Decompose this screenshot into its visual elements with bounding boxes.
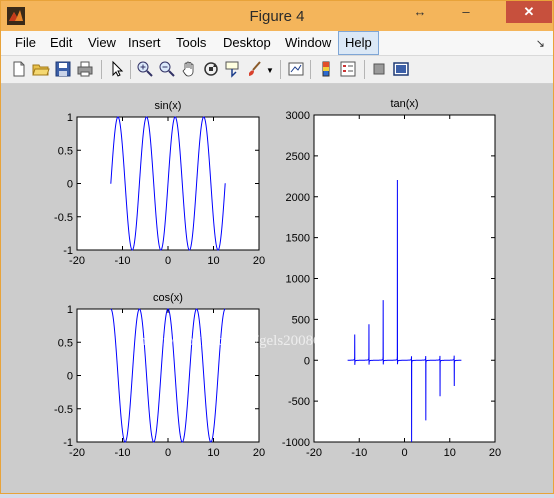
axes-box [76, 308, 260, 443]
y-tick-label: 1000 [286, 274, 310, 286]
rotate-3d-icon[interactable] [202, 60, 220, 78]
y-tick-label: -500 [288, 396, 310, 408]
toolbar-separator [101, 60, 102, 79]
menu-insert[interactable]: Insert [128, 35, 161, 50]
y-tick-label: 1 [67, 304, 73, 316]
zoom-out-icon[interactable] [158, 60, 176, 78]
x-tick-label: 0 [165, 447, 171, 459]
menu-file[interactable]: File [15, 35, 36, 50]
toolbar-separator [130, 60, 131, 79]
axes-title: sin(x) [155, 100, 182, 112]
new-figure-icon[interactable] [10, 60, 28, 78]
brush-icon[interactable] [246, 60, 264, 78]
axes-title: tan(x) [390, 98, 418, 110]
x-tick-label: 10 [444, 447, 456, 459]
x-tick-label: 0 [401, 447, 407, 459]
menu-tools[interactable]: Tools [176, 35, 206, 50]
axes-box [313, 114, 496, 443]
y-tick-label: 2500 [286, 151, 310, 163]
axes-cosx: cos(x)-20 -10 0 10 2010.50-0.5-1 [54, 292, 265, 459]
y-tick-label: 1500 [286, 233, 310, 245]
open-file-icon[interactable] [32, 60, 50, 78]
y-tick-label: 500 [292, 314, 310, 326]
hide-plot-tools-icon[interactable] [370, 60, 388, 78]
toolbar-separator [310, 60, 311, 79]
x-tick-label: 0 [165, 255, 171, 267]
y-tick-label: 0.5 [58, 145, 73, 157]
x-tick-label: -10 [115, 255, 131, 267]
figure-canvas[interactable]: sin(x) -20 -10 0 10 20 1 0.5 0 -0.5 -1 cos(x) -20 -10… [1, 84, 553, 493]
y-tick-label: -0.5 [54, 212, 73, 224]
y-tick-label: 0 [67, 179, 73, 191]
menu-edit[interactable]: Edit [50, 35, 72, 50]
y-tick-label: 2000 [286, 192, 310, 204]
show-plot-tools-icon[interactable] [392, 60, 410, 78]
menu-desktop[interactable]: Desktop [223, 35, 271, 50]
figure-toolbar: ▼ [1, 56, 553, 84]
y-tick-label: 1 [67, 112, 73, 124]
axes-title: cos(x) [153, 292, 183, 304]
toolbar-separator [280, 60, 281, 79]
y-tick-label: 3000 [286, 110, 310, 122]
colorbar-icon[interactable] [317, 60, 335, 78]
title-bar[interactable]: Figure 4 ↔ – ✕ [1, 1, 553, 31]
dock-arrow-icon[interactable]: ↘ [536, 37, 545, 50]
close-button[interactable]: ✕ [506, 1, 552, 23]
figure-window: Figure 4 ↔ – ✕ File Edit View Insert Too… [0, 0, 554, 494]
x-tick-label: -10 [351, 447, 367, 459]
toolbar-separator [364, 60, 365, 79]
menu-window[interactable]: Window [285, 35, 331, 50]
y-tick-label: -1 [63, 437, 73, 449]
data-cursor-icon[interactable] [224, 60, 242, 78]
menu-view[interactable]: View [88, 35, 116, 50]
x-tick-label: 20 [489, 447, 501, 459]
brush-dropdown-icon[interactable]: ▼ [266, 66, 284, 84]
legend-icon[interactable] [339, 60, 357, 78]
y-tick-label: 0.5 [58, 337, 73, 349]
pointer-icon[interactable] [108, 60, 126, 78]
y-tick-label: -1000 [282, 437, 310, 449]
watermark: http://blog.csdn.net/gels200808 [139, 333, 329, 349]
x-tick-label: 10 [207, 255, 219, 267]
menu-bar: File Edit View Insert Tools Desktop Wind… [1, 31, 553, 56]
zoom-in-icon[interactable] [136, 60, 154, 78]
print-icon[interactable] [76, 60, 94, 78]
x-tick-label: 10 [207, 447, 219, 459]
menu-help[interactable]: Help [338, 31, 379, 55]
x-tick-label: 20 [253, 255, 265, 267]
plots-svg: sin(x)-20 -10 0 10 2010.50-0.5-1cos(x)-20 -10… [54, 98, 501, 459]
y-tick-label: -1 [63, 245, 73, 257]
y-tick-label: -0.5 [54, 404, 73, 416]
x-tick-label: 20 [253, 447, 265, 459]
axes-sinx: sin(x)-20 -10 0 10 2010.50-0.5-1 [54, 100, 265, 267]
x-tick-label: -10 [115, 447, 131, 459]
axes-tanx: tan(x)-20 -10 0 10 2030002500200015001000500… [282, 98, 501, 459]
save-icon[interactable] [54, 60, 72, 78]
minimize-button[interactable]: – [457, 1, 475, 23]
y-tick-label: 0 [304, 355, 310, 367]
pan-icon[interactable] [180, 60, 198, 78]
restore-button[interactable]: ↔ [411, 1, 429, 23]
y-tick-label: 0 [67, 371, 73, 383]
link-plot-icon[interactable] [287, 60, 305, 78]
